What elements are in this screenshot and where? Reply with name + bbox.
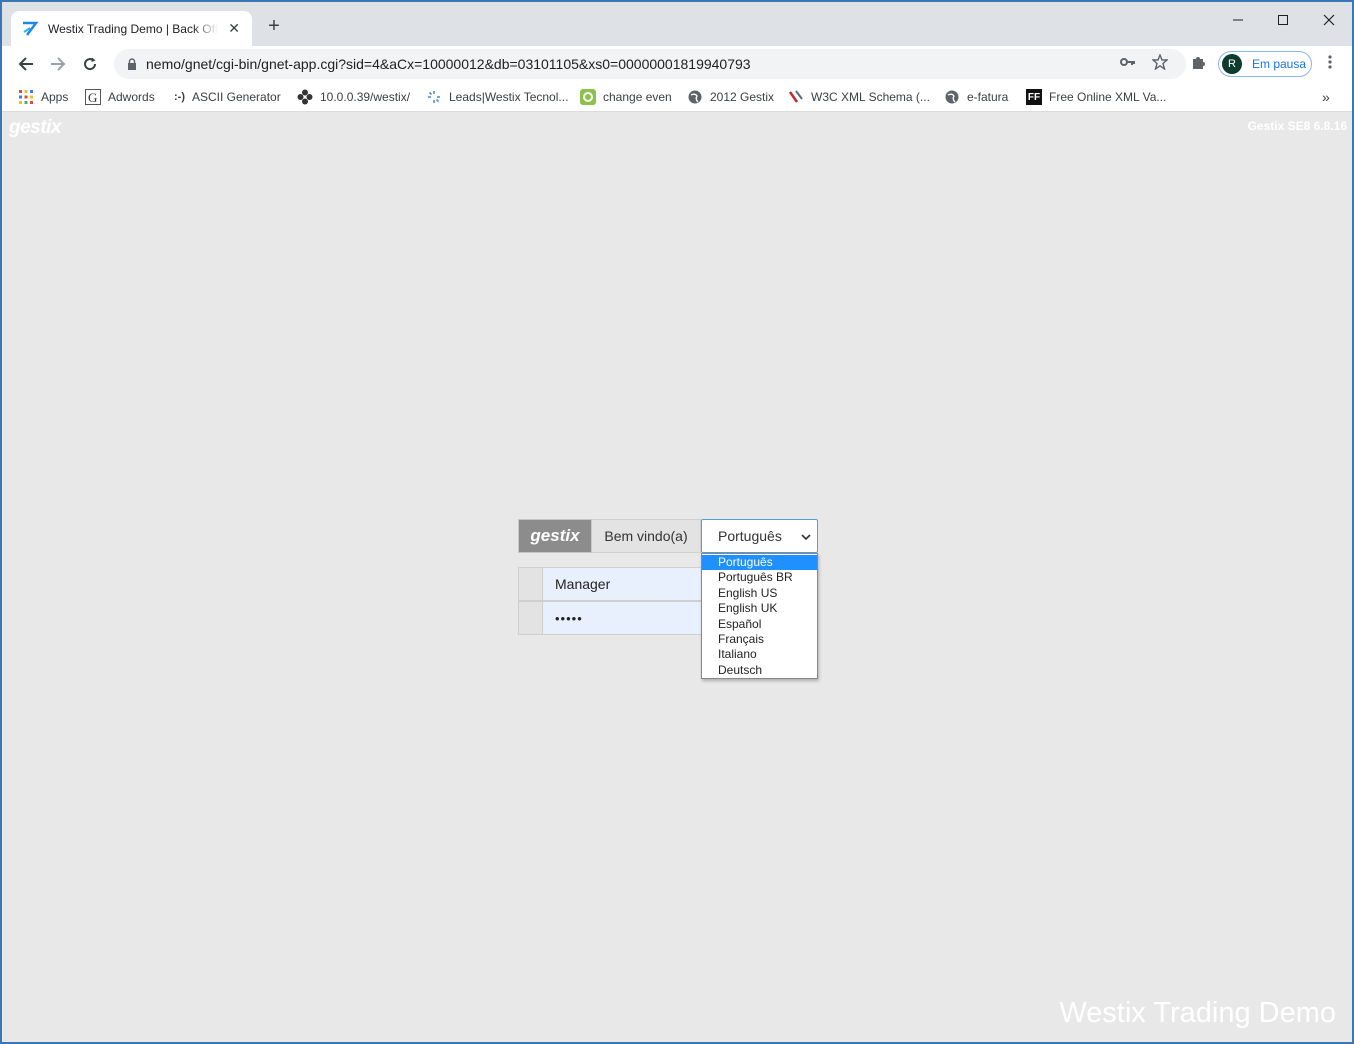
w3c-icon — [788, 89, 804, 105]
maximize-icon[interactable] — [1268, 8, 1298, 32]
language-selected-value: Português — [718, 528, 782, 544]
back-arrow-icon[interactable] — [14, 52, 38, 76]
language-dropdown-list: Português Português BR English US Englis… — [701, 553, 818, 679]
bookmark-label: 2012 Gestix — [710, 90, 775, 104]
extensions-puzzle-icon[interactable] — [1190, 53, 1208, 71]
bookmark-w3c-xml-schema[interactable]: W3C XML Schema (... — [788, 88, 930, 106]
browser-window: Westix Trading Demo | Back Office ✕ + ne… — [2, 2, 1352, 1042]
green-q-icon — [580, 89, 596, 105]
kebab-menu-icon[interactable] — [1321, 53, 1339, 71]
bookmark-free-online-xml[interactable]: FF Free Online XML Va... — [1026, 88, 1166, 106]
bookmark-apps[interactable]: Apps — [18, 88, 68, 106]
bookmark-westix-local[interactable]: 10.0.0.39/westix/ — [297, 88, 410, 106]
lock-icon[interactable] — [124, 56, 140, 72]
key-icon[interactable] — [1119, 53, 1137, 71]
smiley-text-icon: :-) — [174, 91, 185, 103]
password-input[interactable]: ••••• — [543, 601, 703, 635]
spinner-icon — [426, 89, 442, 105]
avatar: R — [1222, 54, 1242, 74]
chevron-down-icon — [800, 531, 812, 543]
svg-text:G: G — [88, 90, 97, 105]
profile-button[interactable]: R Em pausa — [1218, 51, 1312, 77]
reload-icon[interactable] — [78, 52, 102, 76]
language-option[interactable]: Español — [702, 617, 817, 632]
bookmark-label: Adwords — [108, 90, 155, 104]
username-row: Manager — [518, 567, 703, 601]
bookmark-change-even[interactable]: change even — [580, 88, 672, 106]
google-icon: G — [85, 89, 101, 105]
flower-icon — [297, 89, 313, 105]
forward-arrow-icon[interactable] — [46, 52, 70, 76]
language-option[interactable]: Deutsch — [702, 663, 817, 678]
bookmark-label: change even — [603, 90, 672, 104]
bookmark-adwords[interactable]: G Adwords — [85, 88, 155, 106]
user-icon — [518, 567, 543, 601]
profile-status: Em pausa — [1252, 57, 1307, 71]
bookmark-label: Leads|Westix Tecnol... — [449, 90, 569, 104]
tab-title: Westix Trading Demo | Back Office — [48, 21, 219, 36]
bookmark-label: 10.0.0.39/westix/ — [320, 90, 411, 104]
language-option[interactable]: English US — [702, 586, 817, 601]
bookmark-leads-westix[interactable]: Leads|Westix Tecnol... — [426, 88, 568, 106]
welcome-label: Bem vindo(a) — [592, 519, 701, 553]
bookmark-label: e-fatura — [967, 90, 1009, 104]
bookmark-e-fatura[interactable]: e-fatura — [944, 88, 1008, 106]
url-text: nemo/gnet/cgi-bin/gnet-app.cgi?sid=4&aCx… — [146, 56, 751, 72]
bookmark-label: W3C XML Schema (... — [811, 90, 930, 104]
bookmark-label: Free Online XML Va... — [1049, 90, 1167, 104]
username-input[interactable]: Manager — [543, 567, 703, 601]
password-row: ••••• — [518, 601, 703, 635]
language-option[interactable]: English UK — [702, 601, 817, 616]
bookmark-2012-gestix[interactable]: 2012 Gestix — [687, 88, 774, 106]
bookmark-label: Apps — [41, 90, 69, 104]
bookmarks-bar: Apps G Adwords :-) ASCII Generator 10.0.… — [2, 82, 1352, 112]
more-bookmarks-chevron-icon[interactable]: » — [1322, 88, 1330, 106]
star-icon[interactable] — [1151, 53, 1169, 71]
version-label: Gestix SE8 6.8.16 — [1247, 119, 1347, 133]
language-option[interactable]: Italiano — [702, 647, 817, 662]
minimize-icon[interactable] — [1223, 8, 1253, 32]
tab-strip: Westix Trading Demo | Back Office ✕ + — [2, 2, 1352, 46]
language-select[interactable]: Português — [701, 519, 818, 553]
login-logo: gestix — [518, 519, 592, 553]
language-option[interactable]: Português BR — [702, 570, 817, 585]
gestix-logo: gestix — [9, 117, 61, 138]
lock-field-icon — [518, 601, 543, 635]
westix-favicon-icon — [21, 20, 39, 38]
language-option[interactable]: Français — [702, 632, 817, 647]
login-header: gestix Bem vindo(a) Português — [518, 519, 818, 553]
apps-grid-icon — [18, 89, 34, 105]
bookmark-label: ASCII Generator — [192, 90, 281, 104]
globe-icon — [687, 89, 703, 105]
footer-brand: Westix Trading Demo — [1059, 997, 1336, 1029]
browser-toolbar: nemo/gnet/cgi-bin/gnet-app.cgi?sid=4&aCx… — [2, 46, 1352, 82]
browser-tab[interactable]: Westix Trading Demo | Back Office ✕ — [11, 11, 252, 46]
page-content: gestix Gestix SE8 6.8.16 gestix Bem vind… — [2, 113, 1352, 1042]
new-tab-icon[interactable]: + — [264, 15, 284, 37]
ff-icon: FF — [1026, 89, 1042, 105]
bookmark-ascii-generator[interactable]: :-) ASCII Generator — [174, 88, 281, 106]
address-bar[interactable]: nemo/gnet/cgi-bin/gnet-app.cgi?sid=4&aCx… — [114, 49, 1186, 79]
language-option[interactable]: Português — [702, 555, 817, 571]
close-tab-icon[interactable]: ✕ — [226, 20, 242, 37]
close-window-icon[interactable] — [1314, 8, 1344, 32]
globe-icon — [944, 89, 960, 105]
